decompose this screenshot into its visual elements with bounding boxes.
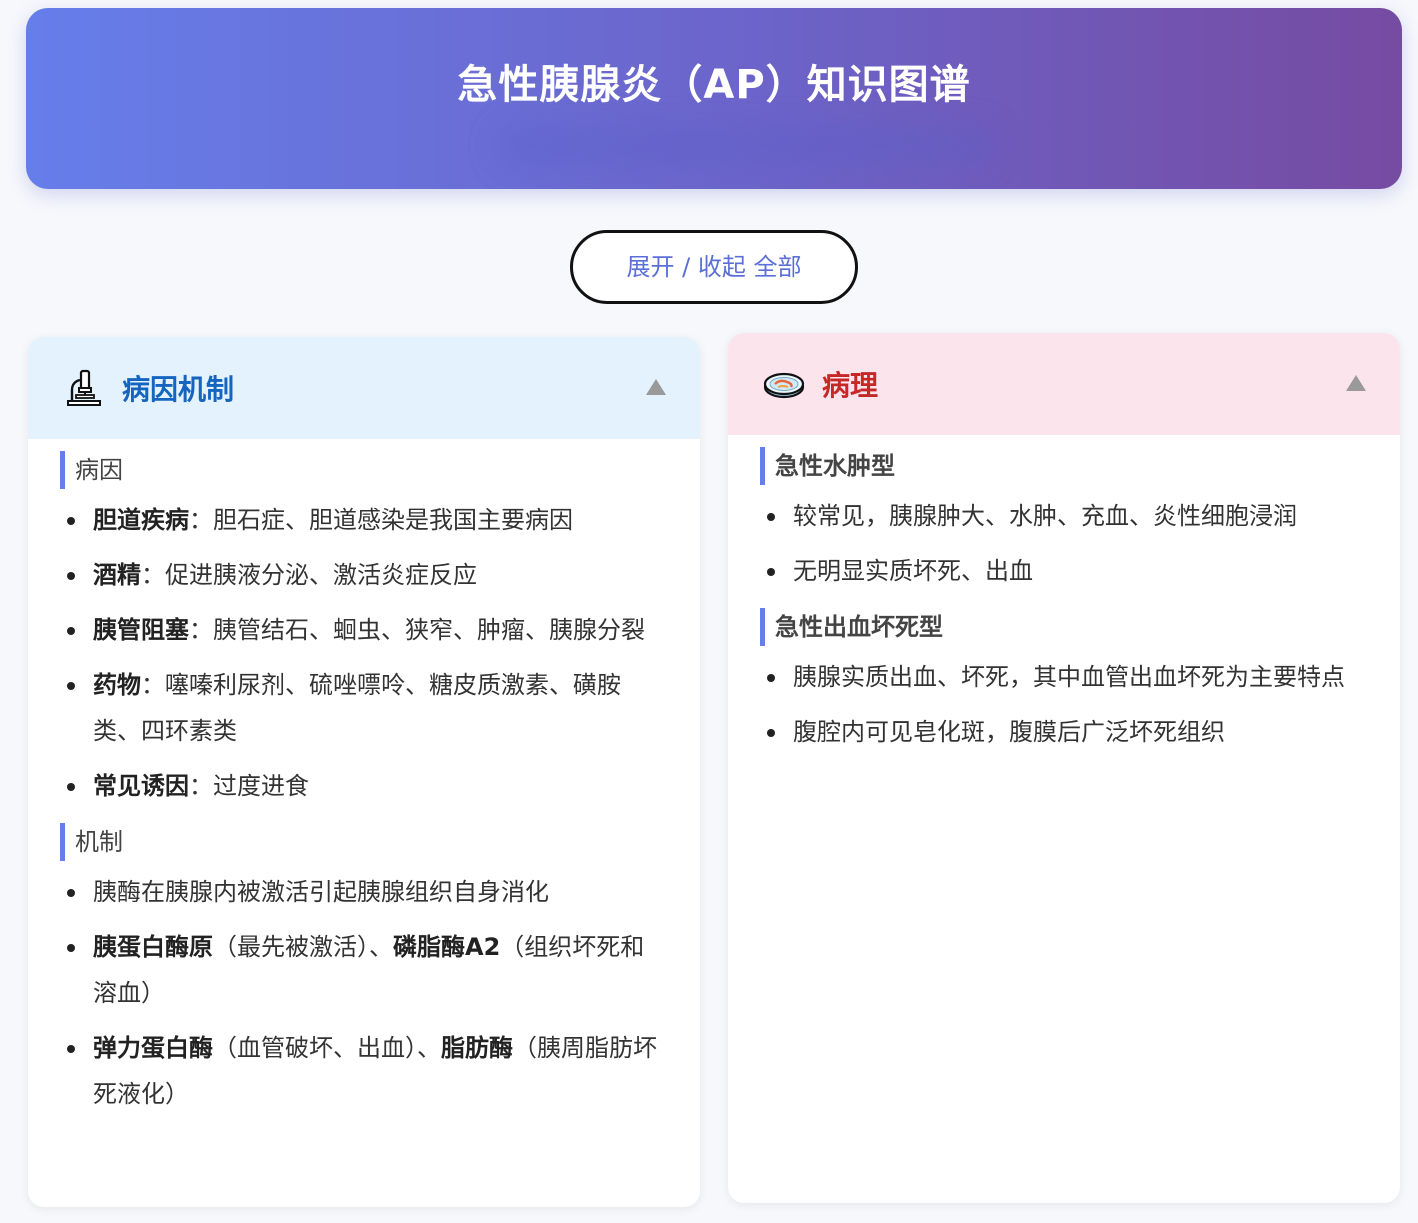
card-title: 病因机制 — [122, 373, 235, 406]
list-item: 胰蛋白酶原（最先被激活）、磷脂酶A2（组织坏死和溶血） — [60, 924, 668, 1016]
page-title: 急性胰腺炎（AP）知识图谱 — [457, 62, 971, 108]
microscope-icon — [62, 366, 106, 410]
list-item: 较常见，胰腺肿大、水肿、充血、炎性细胞浸润 — [760, 493, 1368, 539]
list-item: 无明显实质坏死、出血 — [760, 548, 1368, 594]
necrotizing-list: 胰腺实质出血、坏死，其中血管出血坏死为主要特点 腹腔内可见皂化斑，腹膜后广泛坏死… — [760, 654, 1368, 755]
card-body-pathology: 急性水肿型 较常见，胰腺肿大、水肿、充血、炎性细胞浸润 无明显实质坏死、出血 急… — [728, 435, 1400, 755]
section-heading-cause: 病因 — [60, 451, 668, 489]
mechanism-list: 胰酶在胰腺内被激活引起胰腺组织自身消化 胰蛋白酶原（最先被激活）、磷脂酶A2（组… — [60, 869, 668, 1117]
expand-collapse-all-button[interactable]: 展开 / 收起 全部 — [570, 230, 858, 304]
section-heading-necrotizing: 急性出血坏死型 — [760, 608, 1368, 646]
list-item: 弹力蛋白酶（血管破坏、出血）、脂肪酶（胰周脂肪坏死液化） — [60, 1025, 668, 1117]
header-glow — [496, 126, 996, 166]
collapse-arrow-icon[interactable] — [1346, 375, 1366, 391]
list-item: 药物：噻嗪利尿剂、硫唑嘌呤、糖皮质激素、磺胺类、四环素类 — [60, 662, 668, 754]
card-etiology: 病因机制 病因 胆道疾病：胆石症、胆道感染是我国主要病因 酒精：促进胰液分泌、激… — [28, 337, 700, 1207]
page-header: 急性胰腺炎（AP）知识图谱 — [26, 8, 1402, 189]
section-heading-mechanism: 机制 — [60, 823, 668, 861]
list-item: 常见诱因：过度进食 — [60, 763, 668, 809]
petri-dish-icon — [762, 362, 806, 406]
card-header-pathology[interactable]: 病理 — [728, 333, 1400, 435]
card-header-etiology[interactable]: 病因机制 — [28, 337, 700, 439]
collapse-arrow-icon[interactable] — [646, 379, 666, 395]
list-item: 腹腔内可见皂化斑，腹膜后广泛坏死组织 — [760, 709, 1368, 755]
edematous-list: 较常见，胰腺肿大、水肿、充血、炎性细胞浸润 无明显实质坏死、出血 — [760, 493, 1368, 594]
list-item: 酒精：促进胰液分泌、激活炎症反应 — [60, 552, 668, 598]
cause-list: 胆道疾病：胆石症、胆道感染是我国主要病因 酒精：促进胰液分泌、激活炎症反应 胰管… — [60, 497, 668, 809]
list-item: 胰腺实质出血、坏死，其中血管出血坏死为主要特点 — [760, 654, 1368, 700]
card-body-etiology: 病因 胆道疾病：胆石症、胆道感染是我国主要病因 酒精：促进胰液分泌、激活炎症反应… — [28, 439, 700, 1117]
list-item: 胰管阻塞：胰管结石、蛔虫、狭窄、肿瘤、胰腺分裂 — [60, 607, 668, 653]
card-pathology: 病理 急性水肿型 较常见，胰腺肿大、水肿、充血、炎性细胞浸润 无明显实质坏死、出… — [728, 333, 1400, 1203]
list-item: 胆道疾病：胆石症、胆道感染是我国主要病因 — [60, 497, 668, 543]
card-title: 病理 — [822, 369, 879, 402]
list-item: 胰酶在胰腺内被激活引起胰腺组织自身消化 — [60, 869, 668, 915]
section-heading-edematous: 急性水肿型 — [760, 447, 1368, 485]
